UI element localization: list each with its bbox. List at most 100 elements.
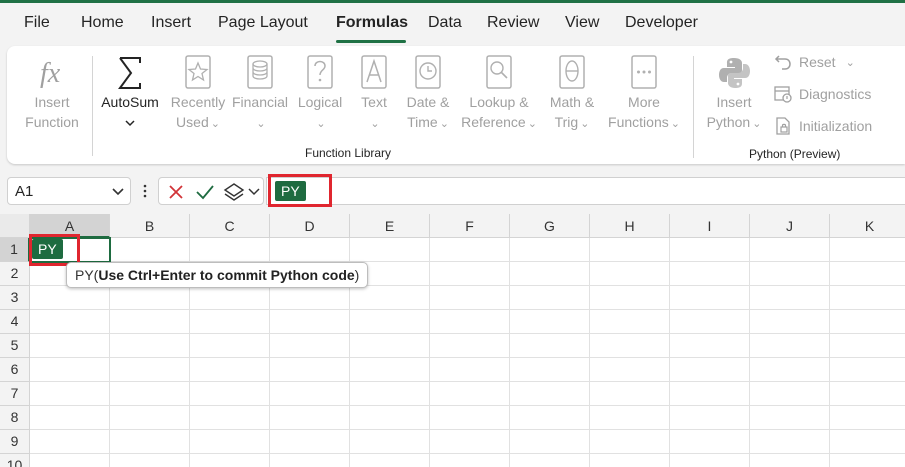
cell-c1[interactable]: [190, 238, 270, 262]
cell-g5[interactable]: [510, 334, 590, 358]
cell-k10[interactable]: [830, 454, 905, 467]
cell-k2[interactable]: [830, 262, 905, 286]
cell-b1[interactable]: [110, 238, 190, 262]
diagnostics-button[interactable]: Diagnostics: [773, 84, 871, 104]
cell-f2[interactable]: [430, 262, 510, 286]
cell-h2[interactable]: [590, 262, 670, 286]
cell-e10[interactable]: [350, 454, 430, 467]
cell-a6[interactable]: [30, 358, 110, 382]
cell-c10[interactable]: [190, 454, 270, 467]
tab-file[interactable]: File: [24, 14, 50, 32]
initialization-button[interactable]: Initialization: [773, 116, 872, 136]
cancel-x-icon[interactable]: [167, 183, 185, 201]
cell-a8[interactable]: [30, 406, 110, 430]
layers-icon[interactable]: [223, 181, 245, 203]
autosum-button[interactable]: AutoSum: [97, 54, 163, 132]
cell-k1[interactable]: [830, 238, 905, 262]
cell-g3[interactable]: [510, 286, 590, 310]
cell-g8[interactable]: [510, 406, 590, 430]
cell-a9[interactable]: [30, 430, 110, 454]
cell-h1[interactable]: [590, 238, 670, 262]
cell-h8[interactable]: [590, 406, 670, 430]
cell-e4[interactable]: [350, 310, 430, 334]
cell-i6[interactable]: [670, 358, 750, 382]
cell-c5[interactable]: [190, 334, 270, 358]
chevron-down-icon[interactable]: [111, 184, 125, 198]
cell-i8[interactable]: [670, 406, 750, 430]
column-header-i[interactable]: I: [670, 214, 750, 238]
row-header-4[interactable]: 4: [0, 310, 30, 334]
tab-insert[interactable]: Insert: [151, 14, 191, 32]
cell-g7[interactable]: [510, 382, 590, 406]
cell-k6[interactable]: [830, 358, 905, 382]
enter-check-icon[interactable]: [195, 183, 215, 201]
date-time-button[interactable]: Date & Time ⌄: [400, 54, 456, 134]
cell-c4[interactable]: [190, 310, 270, 334]
cell-d8[interactable]: [270, 406, 350, 430]
math-trig-button[interactable]: Math & Trig ⌄: [542, 54, 602, 134]
cell-i7[interactable]: [670, 382, 750, 406]
cell-e9[interactable]: [350, 430, 430, 454]
cell-d4[interactable]: [270, 310, 350, 334]
row-header-6[interactable]: 6: [0, 358, 30, 382]
cell-h4[interactable]: [590, 310, 670, 334]
cell-j5[interactable]: [750, 334, 830, 358]
column-header-g[interactable]: G: [510, 214, 590, 238]
cell-j2[interactable]: [750, 262, 830, 286]
cell-h6[interactable]: [590, 358, 670, 382]
select-all-corner[interactable]: [0, 214, 30, 238]
cell-a7[interactable]: [30, 382, 110, 406]
recently-used-button[interactable]: Recently Used ⌄: [166, 54, 230, 134]
column-header-e[interactable]: E: [350, 214, 430, 238]
cell-g9[interactable]: [510, 430, 590, 454]
cell-j3[interactable]: [750, 286, 830, 310]
cell-h10[interactable]: [590, 454, 670, 467]
cell-j10[interactable]: [750, 454, 830, 467]
lookup-reference-button[interactable]: Lookup & Reference ⌄: [457, 54, 541, 134]
cell-h5[interactable]: [590, 334, 670, 358]
cell-c9[interactable]: [190, 430, 270, 454]
tab-data[interactable]: Data: [428, 14, 462, 32]
row-header-7[interactable]: 7: [0, 382, 30, 406]
cell-b7[interactable]: [110, 382, 190, 406]
cell-d7[interactable]: [270, 382, 350, 406]
row-header-10[interactable]: 10: [0, 454, 30, 467]
cell-a10[interactable]: [30, 454, 110, 467]
cell-a5[interactable]: [30, 334, 110, 358]
row-header-1[interactable]: 1: [0, 238, 30, 262]
cell-j6[interactable]: [750, 358, 830, 382]
cell-b9[interactable]: [110, 430, 190, 454]
name-box[interactable]: A1: [7, 177, 131, 205]
cell-g6[interactable]: [510, 358, 590, 382]
cell-c6[interactable]: [190, 358, 270, 382]
cell-e6[interactable]: [350, 358, 430, 382]
vertical-ellipsis-icon[interactable]: [142, 182, 148, 200]
cell-k7[interactable]: [830, 382, 905, 406]
tab-view[interactable]: View: [565, 14, 599, 32]
row-header-3[interactable]: 3: [0, 286, 30, 310]
logical-button[interactable]: Logical ⌄: [291, 54, 349, 134]
formula-input[interactable]: PY: [266, 177, 905, 205]
cell-b8[interactable]: [110, 406, 190, 430]
cell-k8[interactable]: [830, 406, 905, 430]
tab-page-layout[interactable]: Page Layout: [218, 14, 308, 32]
cell-j1[interactable]: [750, 238, 830, 262]
cell-a4[interactable]: [30, 310, 110, 334]
cell-j9[interactable]: [750, 430, 830, 454]
insert-function-button[interactable]: fx Insert Function: [17, 54, 87, 132]
cell-f3[interactable]: [430, 286, 510, 310]
row-header-8[interactable]: 8: [0, 406, 30, 430]
cell-i3[interactable]: [670, 286, 750, 310]
tab-review[interactable]: Review: [487, 14, 539, 32]
column-header-j[interactable]: J: [750, 214, 830, 238]
cell-f9[interactable]: [430, 430, 510, 454]
more-functions-button[interactable]: More Functions ⌄: [604, 54, 684, 134]
cell-e5[interactable]: [350, 334, 430, 358]
cell-d9[interactable]: [270, 430, 350, 454]
tab-developer[interactable]: Developer: [625, 14, 698, 32]
cell-d10[interactable]: [270, 454, 350, 467]
cell-c7[interactable]: [190, 382, 270, 406]
cell-b3[interactable]: [110, 286, 190, 310]
chevron-down-icon[interactable]: [247, 186, 261, 198]
cell-b6[interactable]: [110, 358, 190, 382]
